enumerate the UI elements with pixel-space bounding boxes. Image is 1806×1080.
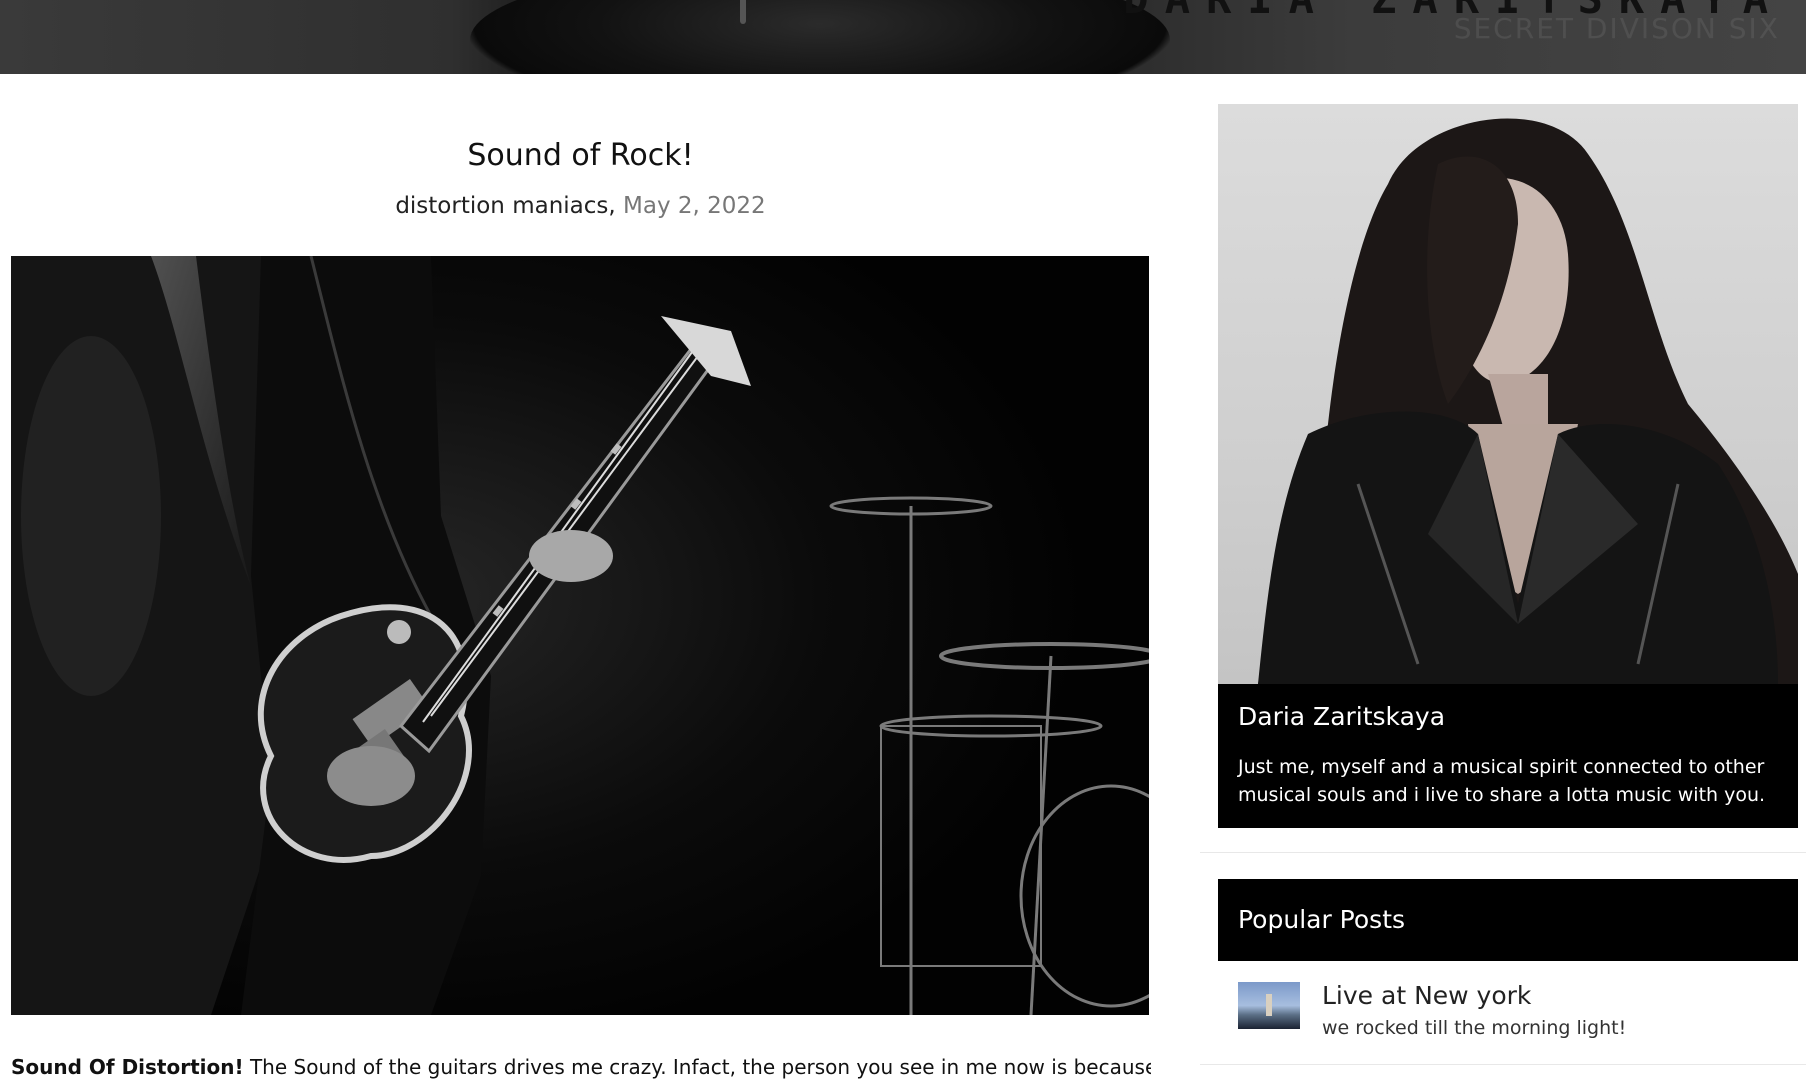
sidebar-divider xyxy=(1200,852,1806,853)
thumbnail-building xyxy=(1266,994,1272,1016)
post-featured-image[interactable] xyxy=(11,256,1149,1015)
banner-figure-detail xyxy=(740,0,746,24)
banner-figure-image xyxy=(470,0,1170,74)
post-title[interactable]: Sound of Rock! xyxy=(11,138,1150,173)
guitarist-photo xyxy=(11,256,1149,1015)
profile-photo[interactable] xyxy=(1218,104,1798,684)
popular-post-divider xyxy=(1200,1064,1806,1065)
portrait-image xyxy=(1258,118,1798,684)
post-excerpt: Sound Of Distortion! The Sound of the gu… xyxy=(11,1054,1151,1080)
site-subtitle: SECRET DIVISON SIX xyxy=(1453,12,1780,45)
profile-name[interactable]: Daria Zaritskaya xyxy=(1238,702,1445,731)
popular-post-title[interactable]: Live at New york xyxy=(1322,981,1531,1010)
post-date[interactable]: May 2, 2022 xyxy=(623,193,766,219)
profile-bio: Just me, myself and a musical spirit con… xyxy=(1238,756,1766,806)
post-excerpt-lead: Sound Of Distortion! xyxy=(11,1055,244,1079)
post-excerpt-text: The Sound of the guitars drives me crazy… xyxy=(243,1055,1151,1079)
post-author[interactable]: distortion maniacs, xyxy=(395,193,615,219)
popular-post-thumbnail[interactable] xyxy=(1238,982,1300,1029)
profile-card: Daria Zaritskaya Just me, myself and a m… xyxy=(1218,684,1798,828)
post-meta: distortion maniacs, May 2, 2022 xyxy=(11,193,1150,219)
popular-posts-header: Popular Posts xyxy=(1218,879,1798,961)
header-banner: DARIA ZARITSKAYA SECRET DIVISON SIX xyxy=(0,0,1806,74)
popular-post-item[interactable]: Live at New york we rocked till the morn… xyxy=(1218,981,1798,1063)
popular-post-subtitle: we rocked till the morning light! xyxy=(1322,1017,1627,1039)
popular-posts-title: Popular Posts xyxy=(1238,905,1406,934)
